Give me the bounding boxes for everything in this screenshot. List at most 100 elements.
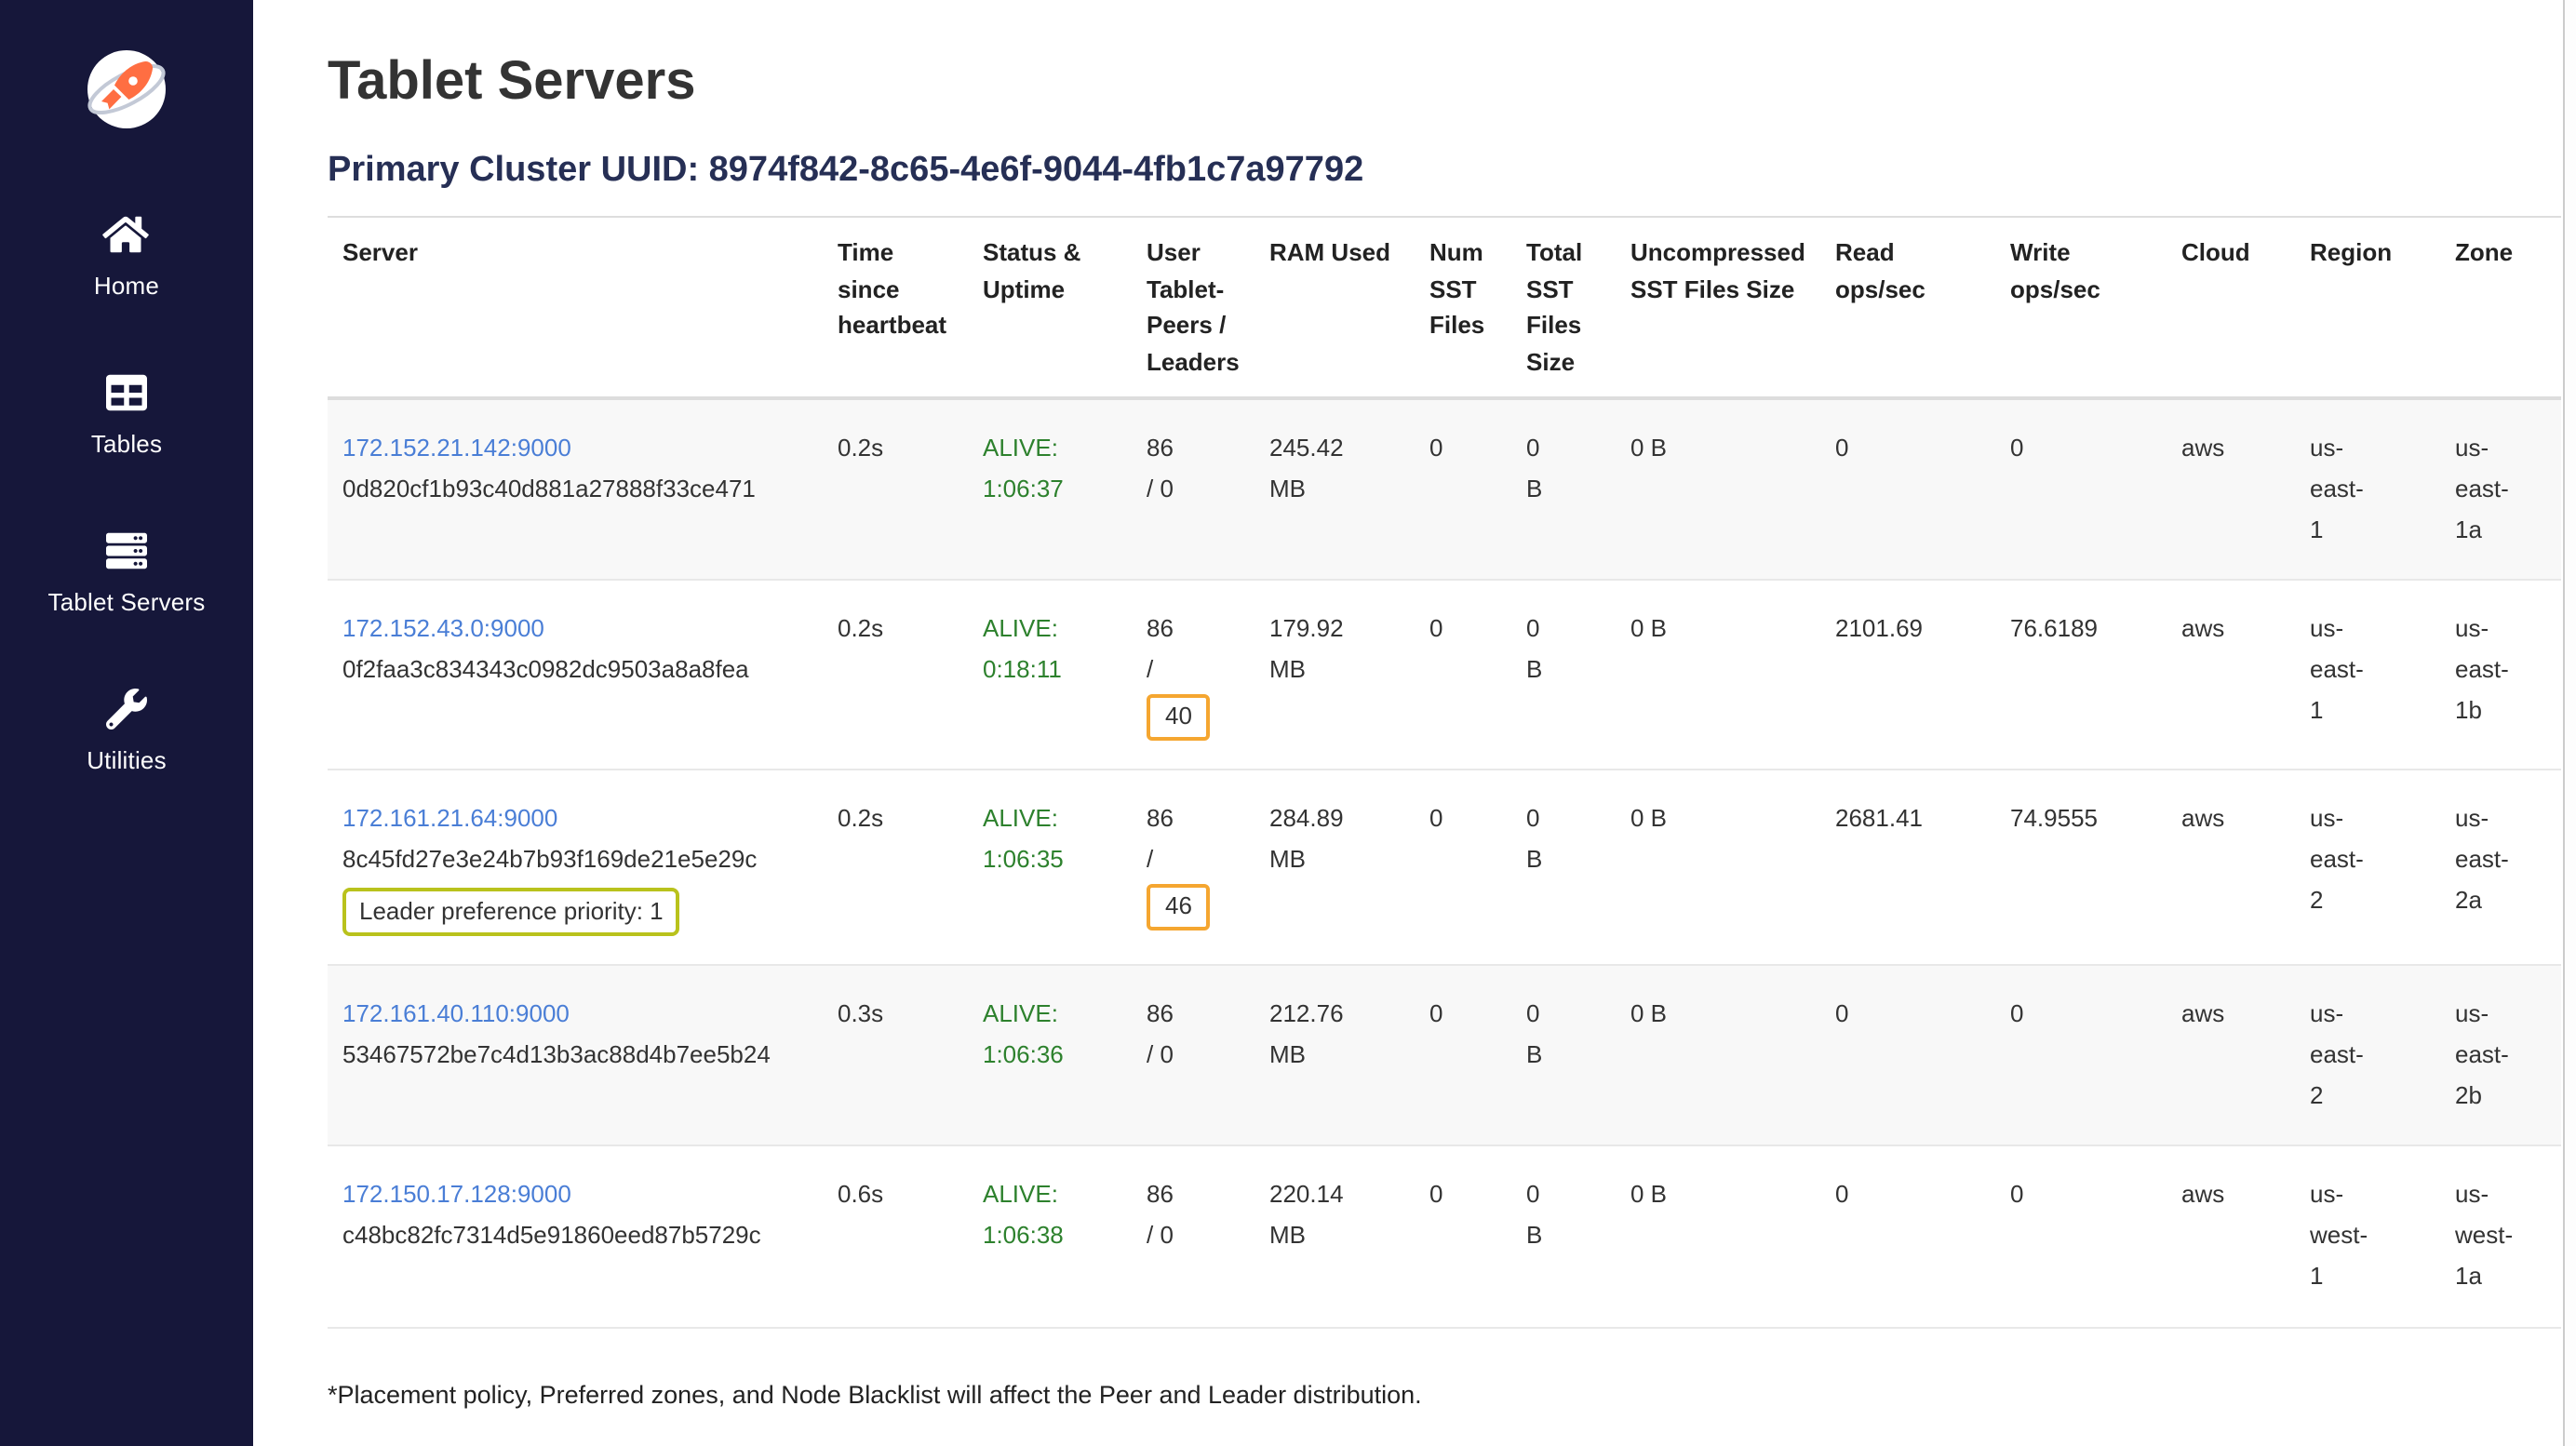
server-link[interactable]: 172.161.21.64:9000 xyxy=(342,805,557,833)
leader-preference-badge: Leader preference priority: 1 xyxy=(342,889,680,936)
server-row: 172.152.21.142:9000 0d820cf1b93c40d881a27… xyxy=(328,398,2561,581)
cell-read-ops: 2681.41 xyxy=(1820,770,1995,965)
cell-peers: 86/ 0 xyxy=(1132,398,1254,581)
column-header-write-ops: Write ops/sec xyxy=(1995,217,2167,398)
cell-num-sst: 0 xyxy=(1415,581,1511,770)
sidebar-item-label: Utilities xyxy=(87,746,167,774)
cell-zone: us-east-1b xyxy=(2440,581,2561,770)
leader-count-highlight: 46 xyxy=(1147,885,1211,931)
placement-footnote: *Placement policy, Preferred zones, and … xyxy=(328,1376,2557,1413)
app-window: Home Tables Tablet Servers Utilities xyxy=(0,0,2576,1446)
cluster-load-banner: Cluster Load is Balanced xyxy=(328,1439,2557,1446)
cell-cloud: aws xyxy=(2167,1145,2295,1327)
cell-num-sst: 0 xyxy=(1415,965,1511,1146)
cell-write-ops: 0 xyxy=(1995,1145,2167,1327)
sidebar-item-home[interactable]: Home xyxy=(94,212,159,300)
server-uuid: 0d820cf1b93c40d881a27888f33ce471 xyxy=(342,469,808,510)
cell-region: us-west-1 xyxy=(2295,1145,2440,1327)
column-header-read-ops: Read ops/sec xyxy=(1820,217,1995,398)
cell-heartbeat: 0.2s xyxy=(823,770,968,965)
column-header-cloud: Cloud xyxy=(2167,217,2295,398)
sidebar-item-utilities[interactable]: Utilities xyxy=(87,687,167,774)
server-link[interactable]: 172.152.43.0:9000 xyxy=(342,615,544,643)
cell-peers: 86/46 xyxy=(1132,770,1254,965)
column-header-peers: User Tablet-Peers / Leaders xyxy=(1132,217,1254,398)
cell-peers: 86/ 0 xyxy=(1132,1145,1254,1327)
sidebar-item-label: Tables xyxy=(91,430,162,458)
column-header-server: Server xyxy=(328,217,823,398)
column-header-ram: RAM Used xyxy=(1254,217,1415,398)
column-header-zone: Zone xyxy=(2440,217,2561,398)
cluster-load-status: Cluster Load is Balanced xyxy=(374,1439,774,1446)
column-header-uncompressed-sst: Uncompressed SST Files Size xyxy=(1616,217,1820,398)
server-row: 172.150.17.128:9000 c48bc82fc7314d5e91860… xyxy=(328,1145,2561,1327)
cell-uncompressed-sst: 0 B xyxy=(1616,398,1820,581)
tables-icon xyxy=(106,370,147,415)
cell-server: 172.161.21.64:9000 8c45fd27e3e24b7b93f169… xyxy=(328,770,823,965)
cell-zone: us-east-1a xyxy=(2440,398,2561,581)
cell-heartbeat: 0.2s xyxy=(823,581,968,770)
sidebar: Home Tables Tablet Servers Utilities xyxy=(0,0,253,1446)
table-header-row: ServerTime since heartbeatStatus & Uptim… xyxy=(328,217,2561,398)
cell-zone: us-east-2b xyxy=(2440,965,2561,1146)
column-header-num-sst: Num SST Files xyxy=(1415,217,1511,398)
status-uptime: ALIVE:1:06:38 xyxy=(983,1180,1064,1249)
cell-server: 172.152.21.142:9000 0d820cf1b93c40d881a27… xyxy=(328,398,823,581)
cell-write-ops: 0 xyxy=(1995,398,2167,581)
cell-region: us-east-1 xyxy=(2295,398,2440,581)
page-title: Tablet Servers xyxy=(328,48,2557,115)
leader-count-highlight: 40 xyxy=(1147,695,1211,742)
cell-total-sst: 0B xyxy=(1511,770,1616,965)
sidebar-item-label: Home xyxy=(94,272,159,300)
cell-total-sst: 0B xyxy=(1511,581,1616,770)
cell-total-sst: 0B xyxy=(1511,965,1616,1146)
cell-server: 172.161.40.110:900053467572be7c4d13b3ac8… xyxy=(328,965,823,1146)
cell-uncompressed-sst: 0 B xyxy=(1616,1145,1820,1327)
status-uptime: ALIVE:1:06:35 xyxy=(983,805,1064,874)
cell-region: us-east-2 xyxy=(2295,770,2440,965)
cell-region: us-east-1 xyxy=(2295,581,2440,770)
status-uptime: ALIVE:0:18:11 xyxy=(983,615,1062,684)
cell-server: 172.152.43.0:9000 0f2faa3c834343c0982dc95… xyxy=(328,581,823,770)
cell-cloud: aws xyxy=(2167,965,2295,1146)
cell-read-ops: 0 xyxy=(1820,965,1995,1146)
cell-num-sst: 0 xyxy=(1415,1145,1511,1327)
server-link[interactable]: 172.150.17.128:9000 xyxy=(342,1180,571,1208)
cell-write-ops: 74.9555 xyxy=(1995,770,2167,965)
status-uptime: ALIVE:1:06:36 xyxy=(983,999,1064,1068)
sidebar-item-label: Tablet Servers xyxy=(48,588,206,616)
main-content: Tablet Servers Primary Cluster UUID: 897… xyxy=(253,0,2576,1446)
cell-num-sst: 0 xyxy=(1415,770,1511,965)
cell-cloud: aws xyxy=(2167,770,2295,965)
cell-ram: 245.42MB xyxy=(1254,398,1415,581)
cell-write-ops: 76.6189 xyxy=(1995,581,2167,770)
cell-ram: 284.89MB xyxy=(1254,770,1415,965)
cell-heartbeat: 0.3s xyxy=(823,965,968,1146)
server-row: 172.161.21.64:9000 8c45fd27e3e24b7b93f169… xyxy=(328,770,2561,965)
home-icon xyxy=(103,212,150,257)
server-uuid: c48bc82fc7314d5e91860eed87b5729c xyxy=(342,1216,808,1257)
cell-heartbeat: 0.6s xyxy=(823,1145,968,1327)
cell-uncompressed-sst: 0 B xyxy=(1616,581,1820,770)
cell-server: 172.150.17.128:9000 c48bc82fc7314d5e91860… xyxy=(328,1145,823,1327)
cell-ram: 212.76MB xyxy=(1254,965,1415,1146)
sidebar-item-tablet-servers[interactable]: Tablet Servers xyxy=(48,529,206,616)
yugabyte-logo[interactable] xyxy=(82,45,171,134)
column-header-total-sst: Total SST Files Size xyxy=(1511,217,1616,398)
cell-write-ops: 0 xyxy=(1995,965,2167,1146)
cell-heartbeat: 0.2s xyxy=(823,398,968,581)
server-link[interactable]: 172.152.21.142:9000 xyxy=(342,434,571,462)
cell-num-sst: 0 xyxy=(1415,398,1511,581)
cell-ram: 179.92MB xyxy=(1254,581,1415,770)
tablet-servers-table: ServerTime since heartbeatStatus & Uptim… xyxy=(328,216,2561,1328)
cell-status: ALIVE:1:06:38 xyxy=(968,1145,1132,1327)
cell-read-ops: 0 xyxy=(1820,398,1995,581)
sidebar-nav: Home Tables Tablet Servers Utilities xyxy=(48,212,206,774)
column-header-status: Status & Uptime xyxy=(968,217,1132,398)
cell-status: ALIVE:0:18:11 xyxy=(968,581,1132,770)
server-uuid: 0f2faa3c834343c0982dc9503a8a8fea xyxy=(342,650,808,691)
server-link[interactable]: 172.161.40.110:9000 xyxy=(342,999,570,1027)
tablet-servers-icon xyxy=(106,529,147,573)
sidebar-item-tables[interactable]: Tables xyxy=(91,370,162,458)
server-uuid: 8c45fd27e3e24b7b93f169de21e5e29c xyxy=(342,840,808,881)
